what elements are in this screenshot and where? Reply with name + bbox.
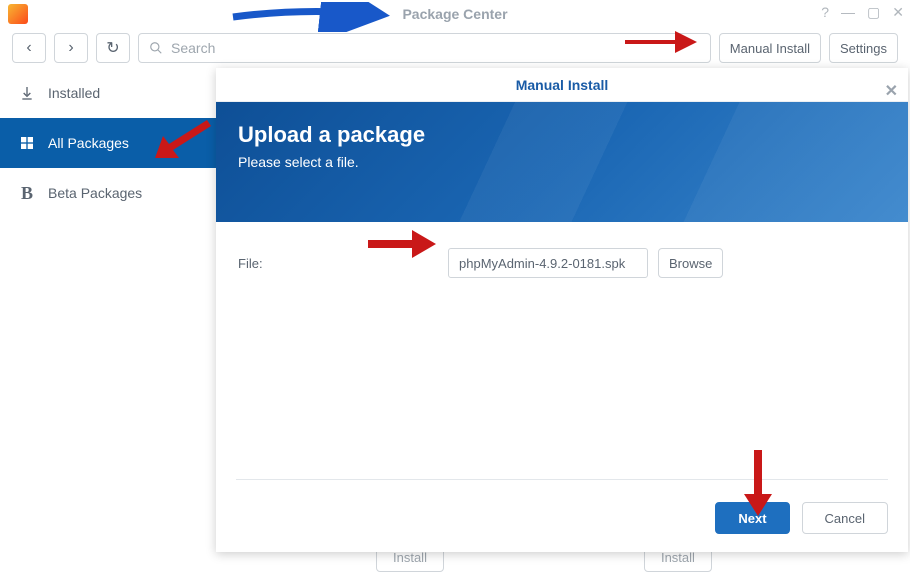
file-row: File: phpMyAdmin-4.9.2-0181.spk Browse bbox=[238, 248, 886, 278]
sidebar: Installed All Packages B Beta Packages bbox=[0, 68, 216, 582]
beta-icon: B bbox=[18, 184, 36, 202]
sidebar-item-label: All Packages bbox=[48, 135, 129, 151]
search-field[interactable] bbox=[138, 33, 711, 63]
window-title: Package Center bbox=[402, 6, 507, 22]
titlebar: Package Center ? — ▢ ✕ bbox=[0, 0, 910, 28]
search-icon bbox=[149, 41, 163, 55]
sidebar-item-beta-packages[interactable]: B Beta Packages bbox=[0, 168, 216, 218]
refresh-button[interactable]: ↻ bbox=[96, 33, 130, 63]
modal-footer: Next Cancel bbox=[715, 502, 888, 534]
manual-install-modal: Manual Install ✕ Upload a package Please… bbox=[216, 68, 908, 552]
file-path-value: phpMyAdmin-4.9.2-0181.spk bbox=[459, 256, 625, 271]
window-controls: ? — ▢ ✕ bbox=[821, 4, 904, 21]
modal-title-bar: Manual Install ✕ bbox=[216, 68, 908, 102]
browse-button[interactable]: Browse bbox=[658, 248, 723, 278]
next-button[interactable]: Next bbox=[715, 502, 789, 534]
modal-subheading: Please select a file. bbox=[238, 154, 886, 170]
chevron-right-icon: › bbox=[68, 39, 73, 57]
help-icon[interactable]: ? bbox=[821, 4, 829, 21]
sidebar-item-installed[interactable]: Installed bbox=[0, 68, 216, 118]
modal-title: Manual Install bbox=[516, 77, 609, 93]
minimize-icon[interactable]: — bbox=[841, 4, 855, 21]
modal-divider bbox=[236, 479, 888, 480]
file-label: File: bbox=[238, 256, 438, 271]
sidebar-item-all-packages[interactable]: All Packages bbox=[0, 118, 216, 168]
chevron-left-icon: ‹ bbox=[26, 39, 31, 57]
app-icon bbox=[8, 4, 28, 24]
cancel-button[interactable]: Cancel bbox=[802, 502, 888, 534]
modal-heading: Upload a package bbox=[238, 122, 886, 148]
sidebar-item-label: Installed bbox=[48, 85, 100, 101]
modal-body: File: phpMyAdmin-4.9.2-0181.spk Browse bbox=[216, 222, 908, 304]
settings-button[interactable]: Settings bbox=[829, 33, 898, 63]
file-path-input[interactable]: phpMyAdmin-4.9.2-0181.spk bbox=[448, 248, 648, 278]
close-window-icon[interactable]: ✕ bbox=[892, 4, 904, 21]
refresh-icon: ↻ bbox=[106, 38, 119, 58]
toolbar: ‹ › ↻ Manual Install Settings bbox=[0, 28, 910, 68]
grid-icon bbox=[18, 134, 36, 152]
modal-banner: Upload a package Please select a file. bbox=[216, 102, 908, 222]
manual-install-button[interactable]: Manual Install bbox=[719, 33, 821, 63]
forward-button[interactable]: › bbox=[54, 33, 88, 63]
search-input[interactable] bbox=[171, 40, 700, 56]
sidebar-item-label: Beta Packages bbox=[48, 185, 142, 201]
download-icon bbox=[18, 84, 36, 102]
back-button[interactable]: ‹ bbox=[12, 33, 46, 63]
maximize-icon[interactable]: ▢ bbox=[867, 4, 880, 21]
